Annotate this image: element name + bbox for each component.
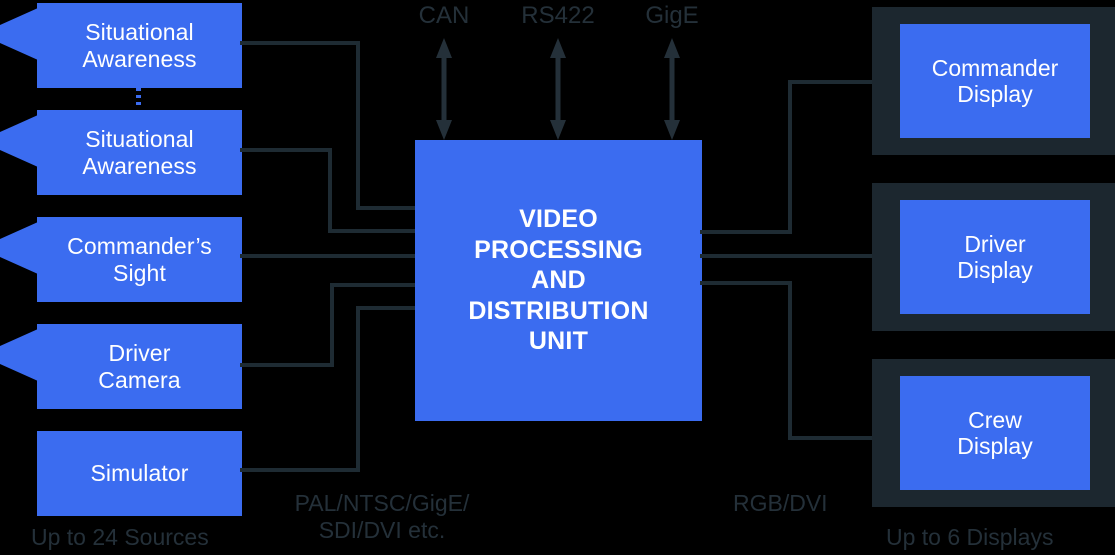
display-screen-crew[interactable]: Crew Display (900, 376, 1090, 490)
wire-driver-camera-segment-h1 (240, 363, 334, 367)
wire-driver-camera-segment-h2 (330, 283, 418, 287)
sensor-cone-driver-camera (0, 329, 38, 381)
display-label: Driver Display (957, 230, 1033, 283)
display-bezel-commander: Commander Display (872, 7, 1115, 155)
wire-crew-display-segment-v (788, 281, 792, 440)
bus-arrow-rs422-icon (550, 38, 566, 140)
wire-sa1-segment-h1 (240, 41, 360, 45)
bus-label-rs422: RS422 (498, 2, 618, 30)
caption-displays: Up to 6 Displays (886, 524, 1054, 550)
bus-label-text: RS422 (521, 2, 595, 29)
wire-commander-display-segment-v (788, 80, 792, 234)
wire-crew-display-segment-h2 (788, 436, 876, 440)
system-block-diagram: Situational Awareness Situational Awaren… (0, 0, 1115, 555)
wire-simulator-segment-v (356, 306, 360, 472)
source-box-situational-awareness-2[interactable]: Situational Awareness (37, 110, 242, 195)
display-bezel-crew: Crew Display (872, 359, 1115, 507)
wire-driver-display (700, 254, 876, 258)
wire-crew-display-segment-h1 (700, 281, 792, 285)
source-box-situational-awareness-1[interactable]: Situational Awareness (37, 3, 242, 88)
source-label: Situational Awareness (82, 19, 197, 72)
bus-label-can: CAN (384, 2, 504, 30)
bus-label-gige: GigE (612, 2, 732, 30)
wire-commander-display-segment-h2 (788, 80, 876, 84)
source-label: Driver Camera (98, 340, 181, 393)
wire-driver-camera-segment-v (330, 283, 334, 367)
display-screen-driver[interactable]: Driver Display (900, 200, 1090, 314)
wire-commander-display-segment-h1 (700, 230, 792, 234)
source-label: Situational Awareness (82, 126, 197, 179)
display-label: Commander Display (931, 54, 1059, 107)
display-screen-commander[interactable]: Commander Display (900, 24, 1090, 138)
sensor-cone-situational-awareness-2 (0, 115, 38, 167)
caption-source-formats: PAL/NTSC/GigE/ SDI/DVI etc. (294, 490, 470, 544)
wire-sa2-segment-h1 (240, 148, 332, 152)
wire-sa2-segment-v (328, 148, 332, 233)
wire-simulator-segment-h1 (240, 468, 360, 472)
source-box-driver-camera[interactable]: Driver Camera (37, 324, 242, 409)
wire-sa1-segment-h2 (356, 206, 418, 210)
source-box-simulator[interactable]: Simulator (37, 431, 242, 516)
bus-label-text: GigE (645, 2, 699, 29)
sensor-cone-situational-awareness-1 (0, 8, 38, 60)
wire-sa1-segment-v (356, 41, 360, 210)
source-label: Simulator (90, 460, 189, 487)
source-box-commanders-sight[interactable]: Commander’s Sight (37, 217, 242, 302)
unit-label: VIDEO PROCESSING AND DISTRIBUTION UNIT (468, 205, 649, 356)
source-label: Commander’s Sight (67, 233, 212, 286)
wire-simulator-segment-h2 (356, 306, 418, 310)
caption-sources: Up to 24 Sources (31, 524, 209, 550)
bus-label-text: CAN (418, 2, 470, 29)
display-bezel-driver: Driver Display (872, 183, 1115, 331)
bus-arrow-gige-icon (664, 38, 680, 140)
wire-sa2-segment-h2 (328, 229, 418, 233)
sensor-cone-commanders-sight (0, 222, 38, 274)
bus-arrow-can-icon (436, 38, 452, 140)
source-continuation-dots-icon (136, 88, 141, 108)
wire-commanders-sight (240, 254, 418, 258)
display-label: Crew Display (957, 406, 1033, 459)
video-processing-distribution-unit[interactable]: VIDEO PROCESSING AND DISTRIBUTION UNIT (415, 140, 702, 421)
caption-display-formats: RGB/DVI (733, 490, 828, 516)
